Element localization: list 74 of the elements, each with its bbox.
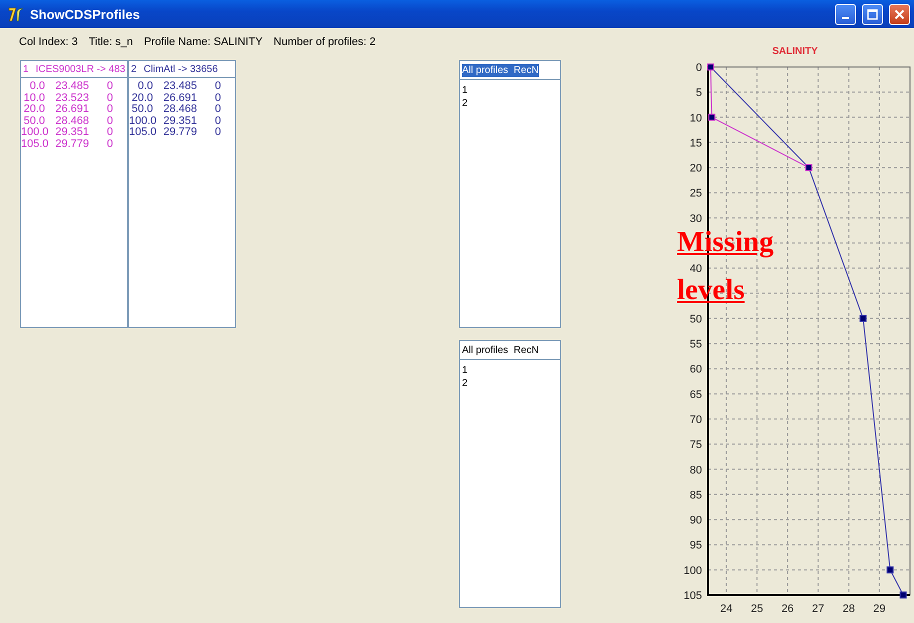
table-cell-text: 50.0	[130, 104, 153, 116]
y-tick-label: 95	[690, 540, 702, 552]
maximize-button[interactable]	[862, 4, 883, 24]
x-tick-label: 26	[781, 603, 794, 615]
table-cell-text: 0	[106, 138, 113, 150]
maximize-icon	[867, 8, 878, 20]
y-tick-label: 30	[690, 212, 702, 225]
table-cell-text: 23.485	[54, 81, 89, 92]
list-item[interactable]: 2	[462, 377, 468, 390]
y-tick-label: 0	[696, 62, 702, 74]
table-cell-text: 0	[214, 116, 221, 127]
y-tick-label: 40	[690, 263, 702, 276]
y-tick-label: 65	[690, 388, 702, 401]
list-item[interactable]: 2	[462, 97, 468, 110]
x-tick-label: 24	[720, 603, 732, 615]
close-icon	[894, 8, 905, 20]
app-logo-icon	[8, 6, 24, 22]
table-cell-text: 50.0	[22, 116, 45, 127]
info-label: Number of profiles: 2	[274, 36, 376, 50]
x-tick-label: 27	[812, 603, 824, 615]
profile-name: ClimAtl -> 33656	[144, 64, 218, 74]
y-tick-label: 75	[690, 439, 702, 452]
list-header-label[interactable]: All profiles RecN	[462, 64, 539, 76]
y-tick-label: 100	[684, 564, 702, 577]
table-cell-text: 28.468	[54, 116, 89, 127]
x-tick-label: 28	[842, 603, 855, 615]
table-cell-text: 0	[106, 104, 113, 116]
y-tick-label: 105	[684, 590, 702, 602]
table-cell-text: 0.0	[28, 81, 45, 92]
chart-title: SALINITY	[772, 46, 818, 59]
table-cell-text: 0	[214, 92, 221, 104]
table-cell-text: 23.485	[162, 81, 197, 92]
info-label: Profile Name: SALINITY	[144, 36, 263, 50]
table-cell-text: 0	[214, 81, 221, 92]
table-cell-text: 20.0	[22, 104, 45, 116]
table-cell-text: 0	[106, 116, 113, 127]
y-tick-label: 20	[690, 162, 702, 175]
y-tick-label: 15	[690, 137, 702, 150]
info-label: Col Index: 3	[19, 36, 78, 50]
list-header-label[interactable]: All profiles RecN	[462, 344, 539, 356]
minimize-button[interactable]	[835, 4, 856, 24]
profile-number: 1	[23, 64, 29, 74]
minimize-icon	[842, 17, 849, 19]
y-tick-label: 85	[690, 489, 702, 502]
table-cell-text: 0	[106, 81, 113, 92]
table-cell-text: 26.691	[54, 104, 89, 116]
profile-number: 2	[131, 64, 137, 74]
y-tick-label: 70	[690, 414, 702, 426]
y-tick-label: 25	[690, 188, 702, 200]
y-tick-label: 5	[696, 87, 702, 100]
y-tick-label: 10	[690, 112, 702, 124]
table-cell-text: 26.691	[162, 92, 197, 104]
y-tick-label: 60	[690, 364, 702, 376]
table-cell-text: 0	[214, 127, 221, 138]
x-tick-label: 25	[750, 603, 764, 615]
table-cell-text: 20.0	[130, 92, 153, 104]
table-cell-text: 28.468	[162, 104, 197, 116]
y-tick-label: 55	[690, 338, 702, 351]
y-tick-label: 50	[690, 313, 702, 326]
list-item[interactable]: 1	[462, 364, 468, 377]
close-button[interactable]	[889, 4, 910, 24]
table-cell-text: 0.0	[136, 81, 153, 92]
y-tick-label: 80	[690, 464, 702, 476]
profile-name: ICES9003LR -> 483	[36, 64, 126, 74]
table-cell-text: 0	[214, 104, 221, 116]
table-cell-text: 0	[106, 127, 113, 138]
list-item[interactable]: 1	[462, 84, 468, 97]
info-label: Title: s_n	[88, 36, 133, 50]
table-cell-text: 0	[106, 92, 113, 104]
table-cell-text: 10.0	[22, 92, 45, 104]
window-title: ShowCDSProfiles	[30, 6, 141, 22]
y-tick-label: 90	[690, 514, 702, 527]
table-cell-text: 23.523	[54, 92, 89, 104]
x-tick-label: 29	[873, 603, 886, 615]
